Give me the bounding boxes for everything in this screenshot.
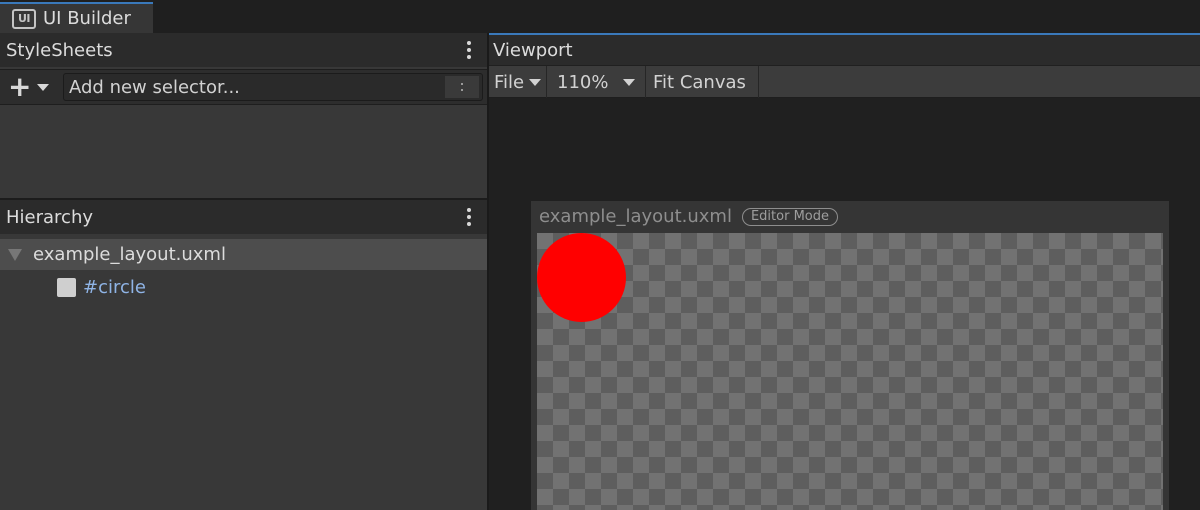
add-stylesheet-button[interactable]: + <box>4 73 58 101</box>
chevron-down-icon <box>623 79 635 86</box>
fit-canvas-button[interactable]: Fit Canvas <box>647 66 759 98</box>
fit-canvas-label: Fit Canvas <box>653 71 746 93</box>
file-menu-button[interactable]: File <box>489 66 547 98</box>
viewport-toolbar: File 110% Fit Canvas <box>489 66 1200 98</box>
canvas-frame: example_layout.uxml Editor Mode <box>531 201 1169 510</box>
ui-builder-icon: UI <box>12 8 36 29</box>
zoom-dropdown[interactable]: 110% <box>548 66 646 98</box>
hierarchy-menu-icon[interactable] <box>460 200 478 234</box>
file-menu-label: File <box>494 71 525 93</box>
hierarchy-title: Hierarchy <box>6 206 94 228</box>
window-tab-strip: UI UI Builder <box>0 0 1200 33</box>
zoom-label: 110% <box>557 71 609 93</box>
hierarchy-root-label: example_layout.uxml <box>33 244 226 265</box>
chevron-down-icon <box>529 78 542 86</box>
stylesheets-list <box>0 106 488 199</box>
selector-options-icon[interactable] <box>445 76 479 98</box>
stylesheets-title: StyleSheets <box>6 39 113 61</box>
canvas-document-name: example_layout.uxml <box>539 206 732 227</box>
stylesheets-toolbar: + <box>0 69 488 105</box>
hierarchy-item-circle[interactable]: #circle <box>0 272 488 302</box>
editor-mode-badge: Editor Mode <box>741 207 838 226</box>
add-selector-input[interactable] <box>63 73 483 101</box>
viewport-header: Viewport <box>489 33 1200 65</box>
visual-element-icon <box>57 277 76 297</box>
chevron-down-icon <box>37 83 50 91</box>
viewport-title: Viewport <box>493 39 573 61</box>
hierarchy-item-label: #circle <box>83 276 146 298</box>
canvas-area[interactable] <box>537 233 1163 510</box>
plus-icon: + <box>8 70 32 103</box>
hierarchy-root-item[interactable]: example_layout.uxml <box>0 239 488 270</box>
stylesheets-menu-icon[interactable] <box>460 33 478 67</box>
ui-builder-window-tab[interactable]: UI UI Builder <box>0 2 153 33</box>
viewport-panel: Viewport File 110% Fit Canvas example_la… <box>489 33 1200 510</box>
hierarchy-header: Hierarchy <box>0 200 488 234</box>
expand-triangle-icon[interactable] <box>8 248 22 261</box>
window-tab-label: UI Builder <box>43 8 131 29</box>
hierarchy-tree: example_layout.uxml #circle <box>0 239 488 510</box>
stylesheets-header: StyleSheets <box>0 33 488 67</box>
circle-element[interactable] <box>537 233 626 322</box>
canvas-header[interactable]: example_layout.uxml Editor Mode <box>531 201 1169 232</box>
left-pane: StyleSheets + Hierarchy example_layout.u… <box>0 33 488 510</box>
